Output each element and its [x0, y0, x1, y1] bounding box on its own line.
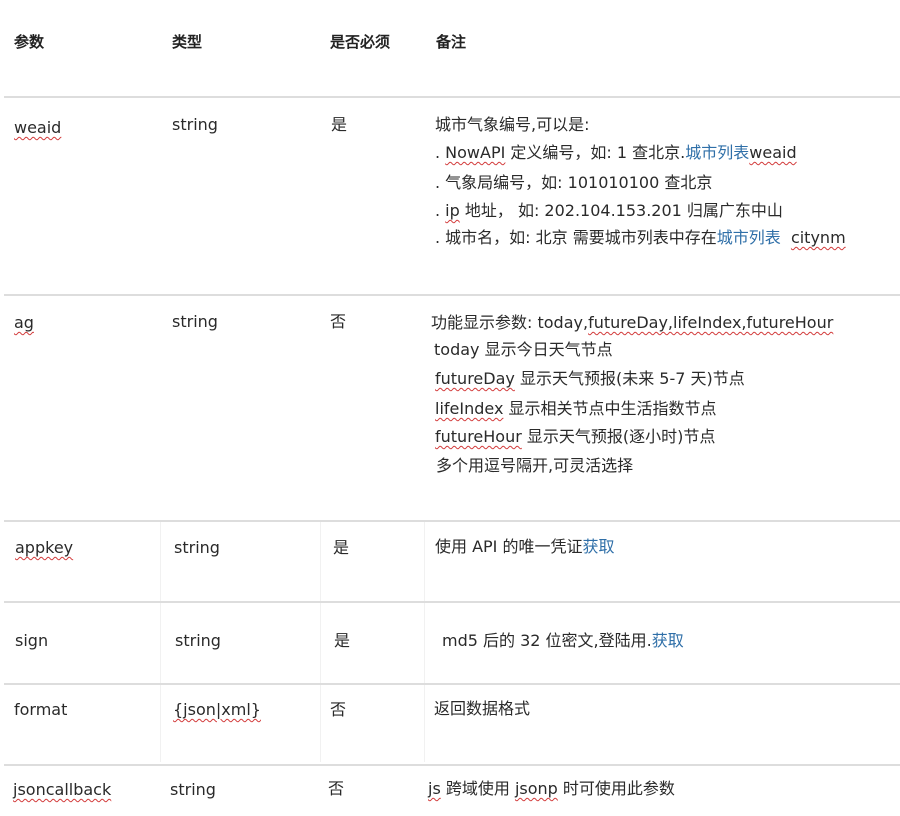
param-type: string	[170, 780, 216, 799]
table-row-ag: ag string 否 功能显示参数: today,futureDay,life…	[0, 296, 900, 520]
param-required: 否	[330, 700, 347, 719]
note-line: 多个用逗号隔开,可灵活选择	[436, 456, 634, 475]
param-name: sign	[15, 631, 49, 650]
city-list-link[interactable]: 城市列表	[717, 228, 781, 247]
param-name: ag	[14, 313, 34, 332]
get-sign-link[interactable]: 获取	[652, 631, 684, 650]
param-note: 使用 API 的唯一凭证获取	[435, 537, 615, 556]
param-required: 是	[334, 631, 351, 650]
header-param: 参数	[14, 33, 45, 51]
param-required: 是	[333, 538, 350, 557]
note-line: futureDay 显示天气预报(未来 5-7 天)节点	[435, 369, 745, 388]
param-note: 返回数据格式	[434, 699, 531, 718]
param-required: 是	[331, 115, 348, 134]
table-row-weaid: weaid string 是 城市气象编号,可以是: . NowAPI 定义编号…	[0, 98, 900, 294]
param-required: 否	[330, 312, 347, 331]
note-line: lifeIndex 显示相关节点中生活指数节点	[435, 399, 717, 418]
note-line: . 气象局编号，如: 101010100 查北京	[435, 173, 713, 192]
note-line: futureHour 显示天气预报(逐小时)节点	[435, 427, 716, 446]
param-name: appkey	[15, 538, 74, 557]
header-note: 备注	[436, 33, 467, 51]
table-row-appkey: appkey string 是 使用 API 的唯一凭证获取	[0, 522, 900, 601]
param-name: weaid	[14, 118, 62, 137]
param-type: string	[172, 115, 218, 134]
param-type: string	[174, 538, 220, 557]
table-row-jsoncallback: jsoncallback string 否 js 跨域使用 jsonp 时可使用…	[0, 766, 900, 816]
param-required: 否	[328, 779, 345, 798]
param-type: string	[175, 631, 221, 650]
note-line: . 城市名，如: 北京 需要城市列表中存在城市列表 cit​ynm	[435, 228, 846, 247]
param-name: format	[14, 700, 68, 719]
param-note: js 跨域使用 jsonp 时可使用此参数	[428, 779, 675, 798]
note-line: . NowAPI 定义编号，如: 1 查北京.城市列表weaid	[435, 143, 797, 162]
header-type: 类型	[172, 33, 203, 51]
param-type: {json|xml}	[173, 700, 261, 719]
city-list-link[interactable]: 城市列表	[685, 143, 749, 162]
param-note: md5 后的 32 位密文,登陆用.获取	[442, 631, 684, 650]
table-header-row: 参数 类型 是否必须 备注	[0, 0, 900, 97]
header-required: 是否必须	[330, 33, 391, 51]
note-line: . ip 地址， 如: 202.104.153.201 归属广东中山	[435, 201, 783, 220]
table-row-format: format {json|xml} 否 返回数据格式	[0, 685, 900, 764]
note-line: 城市气象编号,可以是:	[435, 115, 590, 134]
table-row-sign: sign string 是 md5 后的 32 位密文,登陆用.获取	[0, 603, 900, 683]
note-line: 功能显示参数: today,futureDay,lifeIndex,future…	[431, 313, 834, 332]
note-line: today 显示今日天气节点	[434, 340, 613, 359]
param-type: string	[172, 312, 218, 331]
get-appkey-link[interactable]: 获取	[583, 537, 615, 556]
parameter-table: 参数 类型 是否必须 备注 weaid string 是 城市气象编号,可以是:…	[0, 0, 900, 816]
param-name: jsoncallback	[13, 780, 112, 799]
